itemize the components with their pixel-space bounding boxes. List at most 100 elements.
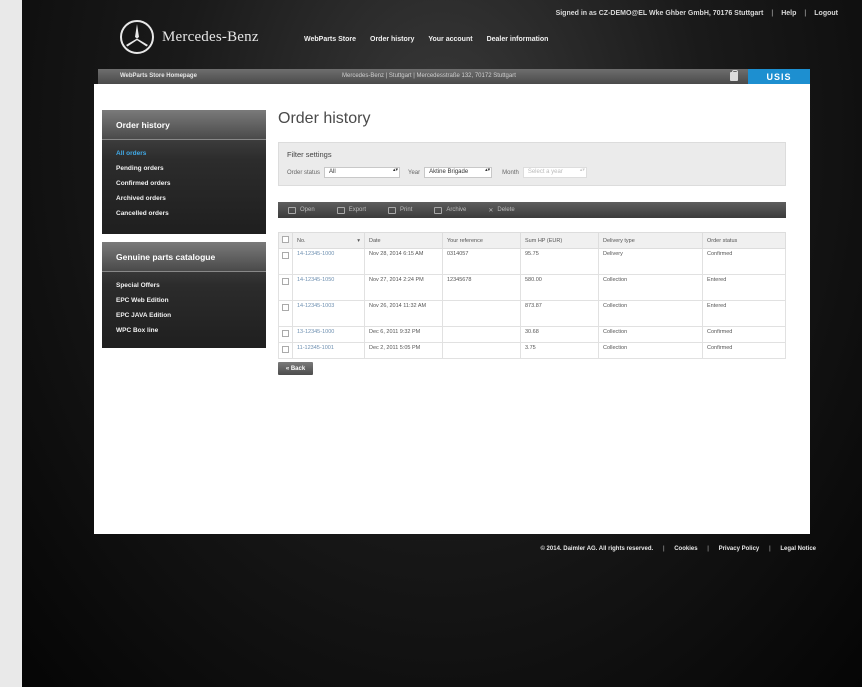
order-status: Entered — [702, 274, 786, 301]
row-checkbox[interactable] — [282, 330, 289, 337]
order-toolbar: Open Export Print Archive ✕ Delete — [278, 202, 786, 218]
delete-label: Delete — [497, 207, 515, 213]
export-button[interactable]: Export — [336, 206, 367, 214]
store-bar: WebParts Store Homepage Mercedes-Benz | … — [98, 69, 810, 84]
sidebar-item-cancelled-orders[interactable]: Cancelled orders — [102, 206, 266, 221]
print-icon — [388, 206, 397, 214]
logout-link[interactable]: Logout — [814, 10, 838, 17]
col-delivery-type[interactable]: Delivery type — [598, 232, 703, 249]
help-link[interactable]: Help — [781, 10, 796, 17]
delete-button[interactable]: ✕ Delete — [488, 207, 514, 214]
order-sum: 95.75 — [520, 248, 599, 275]
store-homepage-link[interactable]: WebParts Store Homepage — [120, 73, 197, 79]
order-number[interactable]: 14-12345-1003 — [292, 300, 365, 327]
footer-link-cookies[interactable]: Cookies — [674, 546, 697, 552]
nav-order-history[interactable]: Order history — [370, 36, 414, 43]
table-row[interactable]: 14-12345-1000 Nov 28, 2014 6:15 AM 03140… — [278, 248, 786, 275]
order-sum: 3.75 — [520, 342, 599, 359]
sort-arrow-icon: ▾ — [357, 237, 360, 244]
delete-icon: ✕ — [488, 207, 494, 214]
col-sum[interactable]: Sum HP (EUR) — [520, 232, 599, 249]
table-row[interactable]: 14-12345-1003 Nov 26, 2014 11:32 AM 873.… — [278, 300, 786, 327]
orders-table: No. ▾ Date Your reference Sum HP (EUR) De… — [278, 232, 786, 359]
order-sum: 580.00 — [520, 274, 599, 301]
order-delivery-type: Collection — [598, 342, 703, 359]
order-delivery-type: Collection — [598, 326, 703, 343]
brand-logo[interactable]: Mercedes-Benz — [120, 20, 259, 54]
order-status-label: Order status — [287, 169, 321, 176]
main-nav: WebParts Store Order history Your accoun… — [304, 36, 548, 43]
dealer-location: Mercedes-Benz | Stuttgart | Mercedesstra… — [342, 73, 516, 79]
order-date: Dec 6, 2011 9:32 PM — [364, 326, 443, 343]
row-checkbox[interactable] — [282, 252, 289, 259]
sidebar-item-special-offers[interactable]: Special Offers — [102, 278, 266, 293]
table-row[interactable]: 13-12345-1000 Dec 6, 2011 9:32 PM 30.68 … — [278, 326, 786, 343]
archive-button[interactable]: Archive — [434, 206, 467, 214]
order-status: Confirmed — [702, 248, 786, 275]
nav-your-account[interactable]: Your account — [428, 36, 472, 43]
order-reference — [442, 300, 521, 327]
col-order-status[interactable]: Order status — [702, 232, 786, 249]
brand-name: Mercedes-Benz — [162, 28, 259, 45]
year-label: Year — [408, 169, 421, 176]
filter-title: Filter settings — [287, 150, 332, 159]
sidebar-item-confirmed-orders[interactable]: Confirmed orders — [102, 176, 266, 191]
export-label: Export — [348, 207, 367, 213]
print-label: Print — [400, 207, 413, 213]
sidebar-item-archived-orders[interactable]: Archived orders — [102, 191, 266, 206]
row-checkbox[interactable] — [282, 346, 289, 353]
language-selector[interactable]: USIS — [748, 69, 810, 84]
table-row[interactable]: 14-12345-1050 Nov 27, 2014 2:24 PM 12345… — [278, 274, 786, 301]
month-select[interactable]: Select a year — [522, 167, 587, 178]
col-date[interactable]: Date — [364, 232, 443, 249]
sidebar-item-wpc-box[interactable]: WPC Box line — [102, 323, 266, 338]
cart-icon[interactable] — [730, 70, 738, 81]
order-status: Confirmed — [702, 326, 786, 343]
open-button[interactable]: Open — [288, 206, 315, 214]
archive-label: Archive — [446, 207, 467, 213]
order-status-select[interactable]: All — [324, 167, 401, 178]
print-button[interactable]: Print — [388, 206, 413, 214]
three-pointed-star-icon — [120, 20, 154, 54]
back-button[interactable]: « Back — [278, 362, 313, 375]
col-reference[interactable]: Your reference — [442, 232, 521, 249]
sidebar-item-epc-java[interactable]: EPC JAVA Edition — [102, 308, 266, 323]
order-delivery-type: Collection — [598, 300, 703, 327]
open-icon — [288, 206, 296, 214]
footer: © 2014. Daimler AG. All rights reserved.… — [540, 546, 816, 552]
order-reference — [442, 342, 521, 359]
footer-link-privacy[interactable]: Privacy Policy — [719, 546, 760, 552]
month-label: Month — [502, 169, 519, 176]
row-checkbox[interactable] — [282, 304, 289, 311]
order-number[interactable]: 14-12345-1050 — [292, 274, 365, 301]
order-number[interactable]: 13-12345-1000 — [292, 326, 365, 343]
table-row[interactable]: 11-12345-1001 Dec 2, 2011 5:05 PM 3.75 C… — [278, 342, 786, 359]
order-date: Nov 28, 2014 6:15 AM — [364, 248, 443, 275]
sidebar-item-epc-web[interactable]: EPC Web Edition — [102, 293, 266, 308]
nav-webparts-store[interactable]: WebParts Store — [304, 36, 356, 43]
order-delivery-type: Collection — [598, 274, 703, 301]
order-history-menu-title: Order history — [102, 110, 266, 140]
year-select[interactable]: Aktine Brigade — [424, 167, 493, 178]
parts-catalogue-menu-title: Genuine parts catalogue — [102, 242, 266, 272]
parts-catalogue-menu: Genuine parts catalogue Special Offers E… — [102, 242, 266, 348]
order-number[interactable]: 14-12345-1000 — [292, 248, 365, 275]
table-header-row: No. ▾ Date Your reference Sum HP (EUR) De… — [278, 232, 786, 249]
order-history-menu: Order history All orders Pending orders … — [102, 110, 266, 234]
footer-link-legal[interactable]: Legal Notice — [780, 546, 816, 552]
order-date: Dec 2, 2011 5:05 PM — [364, 342, 443, 359]
order-delivery-type: Delivery — [598, 248, 703, 275]
order-sum: 873.87 — [520, 300, 599, 327]
nav-dealer-information[interactable]: Dealer information — [487, 36, 549, 43]
order-number[interactable]: 11-12345-1001 — [292, 342, 365, 359]
col-no[interactable]: No. ▾ — [292, 232, 365, 249]
sidebar-item-pending-orders[interactable]: Pending orders — [102, 161, 266, 176]
utility-bar: Signed in as CZ-DEMO@EL Wke Ghber GmbH, … — [555, 10, 838, 17]
order-date: Nov 26, 2014 11:32 AM — [364, 300, 443, 327]
sidebar-item-all-orders[interactable]: All orders — [102, 146, 266, 161]
export-icon — [336, 206, 345, 214]
row-checkbox[interactable] — [282, 278, 289, 285]
select-all-checkbox[interactable] — [282, 236, 289, 243]
content-panel: Order history All orders Pending orders … — [94, 84, 810, 534]
archive-icon — [434, 206, 443, 214]
